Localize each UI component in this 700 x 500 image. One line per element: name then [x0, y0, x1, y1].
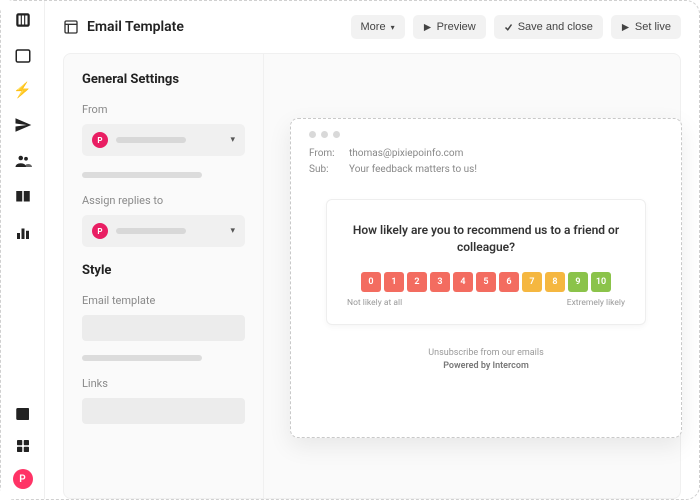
- style-heading: Style: [82, 263, 245, 278]
- placeholder-line: [82, 172, 202, 178]
- apps-icon[interactable]: [14, 437, 32, 455]
- nps-score-10[interactable]: 10: [591, 272, 611, 292]
- links-placeholder[interactable]: [82, 398, 245, 424]
- nps-score-8[interactable]: 8: [545, 272, 565, 292]
- titlebar: Email Template More▾ Preview Save and cl…: [63, 15, 681, 39]
- nps-card: How likely are you to recommend us to a …: [326, 199, 646, 325]
- nps-score-7[interactable]: 7: [522, 272, 542, 292]
- people-icon[interactable]: [14, 152, 32, 170]
- general-settings-heading: General Settings: [82, 72, 245, 87]
- template-label: Email template: [82, 294, 245, 307]
- window-controls: [309, 131, 663, 138]
- from-label: From: [82, 103, 245, 116]
- assign-dropdown[interactable]: P ▾: [82, 215, 245, 247]
- book-icon[interactable]: [14, 188, 32, 206]
- bolt-icon[interactable]: ⚡: [13, 83, 32, 98]
- nps-scale: 012345678910: [345, 272, 627, 292]
- email-subject-row: Sub: Your feedback matters to us!: [309, 164, 663, 175]
- email-from-value: thomas@pixiepoinfo.com: [349, 148, 463, 159]
- avatar-icon: P: [92, 223, 108, 239]
- placeholder-line: [82, 355, 202, 361]
- preview-button[interactable]: Preview: [413, 15, 486, 39]
- placeholder-line: [116, 137, 186, 143]
- nps-question: How likely are you to recommend us to a …: [345, 222, 627, 256]
- nps-score-1[interactable]: 1: [384, 272, 404, 292]
- sidebar-rail: ⚡ P: [1, 1, 45, 499]
- settings-column: General Settings From P ▾ Assign replies…: [64, 54, 264, 498]
- reports-icon[interactable]: [14, 224, 32, 242]
- nps-score-3[interactable]: 3: [430, 272, 450, 292]
- email-preview-window: From: thomas@pixiepoinfo.com Sub: Your f…: [290, 118, 682, 438]
- chevron-down-icon: ▾: [230, 135, 235, 145]
- links-label: Links: [82, 377, 245, 390]
- nps-low-label: Not likely at all: [347, 298, 402, 308]
- email-footer: Unsubscribe from our emails Powered by I…: [309, 347, 663, 374]
- nps-score-0[interactable]: 0: [361, 272, 381, 292]
- nps-score-5[interactable]: 5: [476, 272, 496, 292]
- from-dropdown[interactable]: P ▾: [82, 124, 245, 156]
- placeholder-line: [116, 228, 186, 234]
- nps-score-4[interactable]: 4: [453, 272, 473, 292]
- email-subject-value: Your feedback matters to us!: [349, 164, 477, 175]
- setlive-button[interactable]: Set live: [611, 15, 681, 39]
- nps-score-9[interactable]: 9: [568, 272, 588, 292]
- save-button[interactable]: Save and close: [494, 15, 603, 39]
- page-title: Email Template: [87, 19, 184, 35]
- powered-by: Powered by Intercom: [309, 360, 663, 374]
- assign-label: Assign replies to: [82, 194, 245, 207]
- inbox-icon[interactable]: [14, 47, 32, 65]
- template-icon: [63, 19, 79, 35]
- unsubscribe-link[interactable]: Unsubscribe from our emails: [309, 347, 663, 361]
- email-from-row: From: thomas@pixiepoinfo.com: [309, 148, 663, 159]
- template-placeholder[interactable]: [82, 315, 245, 341]
- nps-score-6[interactable]: 6: [499, 272, 519, 292]
- send-icon[interactable]: [14, 116, 32, 134]
- nps-score-2[interactable]: 2: [407, 272, 427, 292]
- chevron-down-icon: ▾: [230, 226, 235, 236]
- workspace-avatar[interactable]: P: [13, 469, 33, 489]
- nps-high-label: Extremely likely: [567, 298, 625, 308]
- more-button[interactable]: More▾: [351, 15, 405, 39]
- avatar-icon: P: [92, 132, 108, 148]
- logo-icon: [14, 11, 32, 29]
- help-icon[interactable]: [14, 405, 32, 423]
